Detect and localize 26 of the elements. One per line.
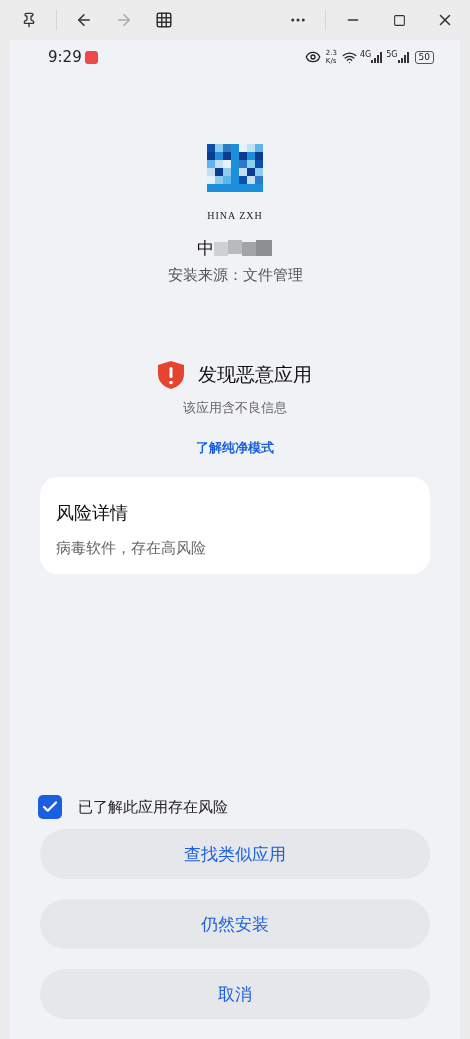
app-name: 中	[196, 237, 214, 260]
logo-caption: HINA ZXH	[207, 210, 263, 221]
signal-icon	[397, 51, 410, 63]
signal-icon	[371, 51, 384, 63]
risk-detail: 病毒软件，存在高风险	[56, 539, 207, 558]
action-button[interactable]: 查找类似应用	[40, 829, 430, 879]
shield-warning-icon	[158, 361, 184, 389]
wifi-icon	[341, 49, 357, 65]
clock-time: 9:29	[48, 48, 82, 66]
consent-checkbox[interactable]	[38, 795, 62, 819]
blur-drawing	[213, 239, 274, 258]
maximize-icon[interactable]	[392, 13, 406, 27]
back-icon[interactable]	[75, 11, 93, 29]
card-title: 风险详情	[56, 501, 129, 525]
network-label: 4G	[359, 49, 372, 59]
action-button[interactable]: 取消	[40, 969, 430, 1019]
eye-icon	[304, 49, 321, 65]
learn-more-link[interactable]: 了解纯净模式	[196, 439, 274, 457]
action-button[interactable]: 仍然安装	[40, 899, 430, 949]
network-label: 5G	[386, 49, 398, 59]
install-source: 安装来源：文件管理	[167, 266, 303, 285]
consent-label: 已了解此应用存在风险	[78, 797, 228, 817]
warning-title: 发现恶意应用	[198, 362, 312, 387]
notification-icon	[84, 50, 98, 64]
battery-level: 50	[414, 50, 434, 64]
warning-subtitle: 该应用含不良信息	[183, 399, 287, 417]
